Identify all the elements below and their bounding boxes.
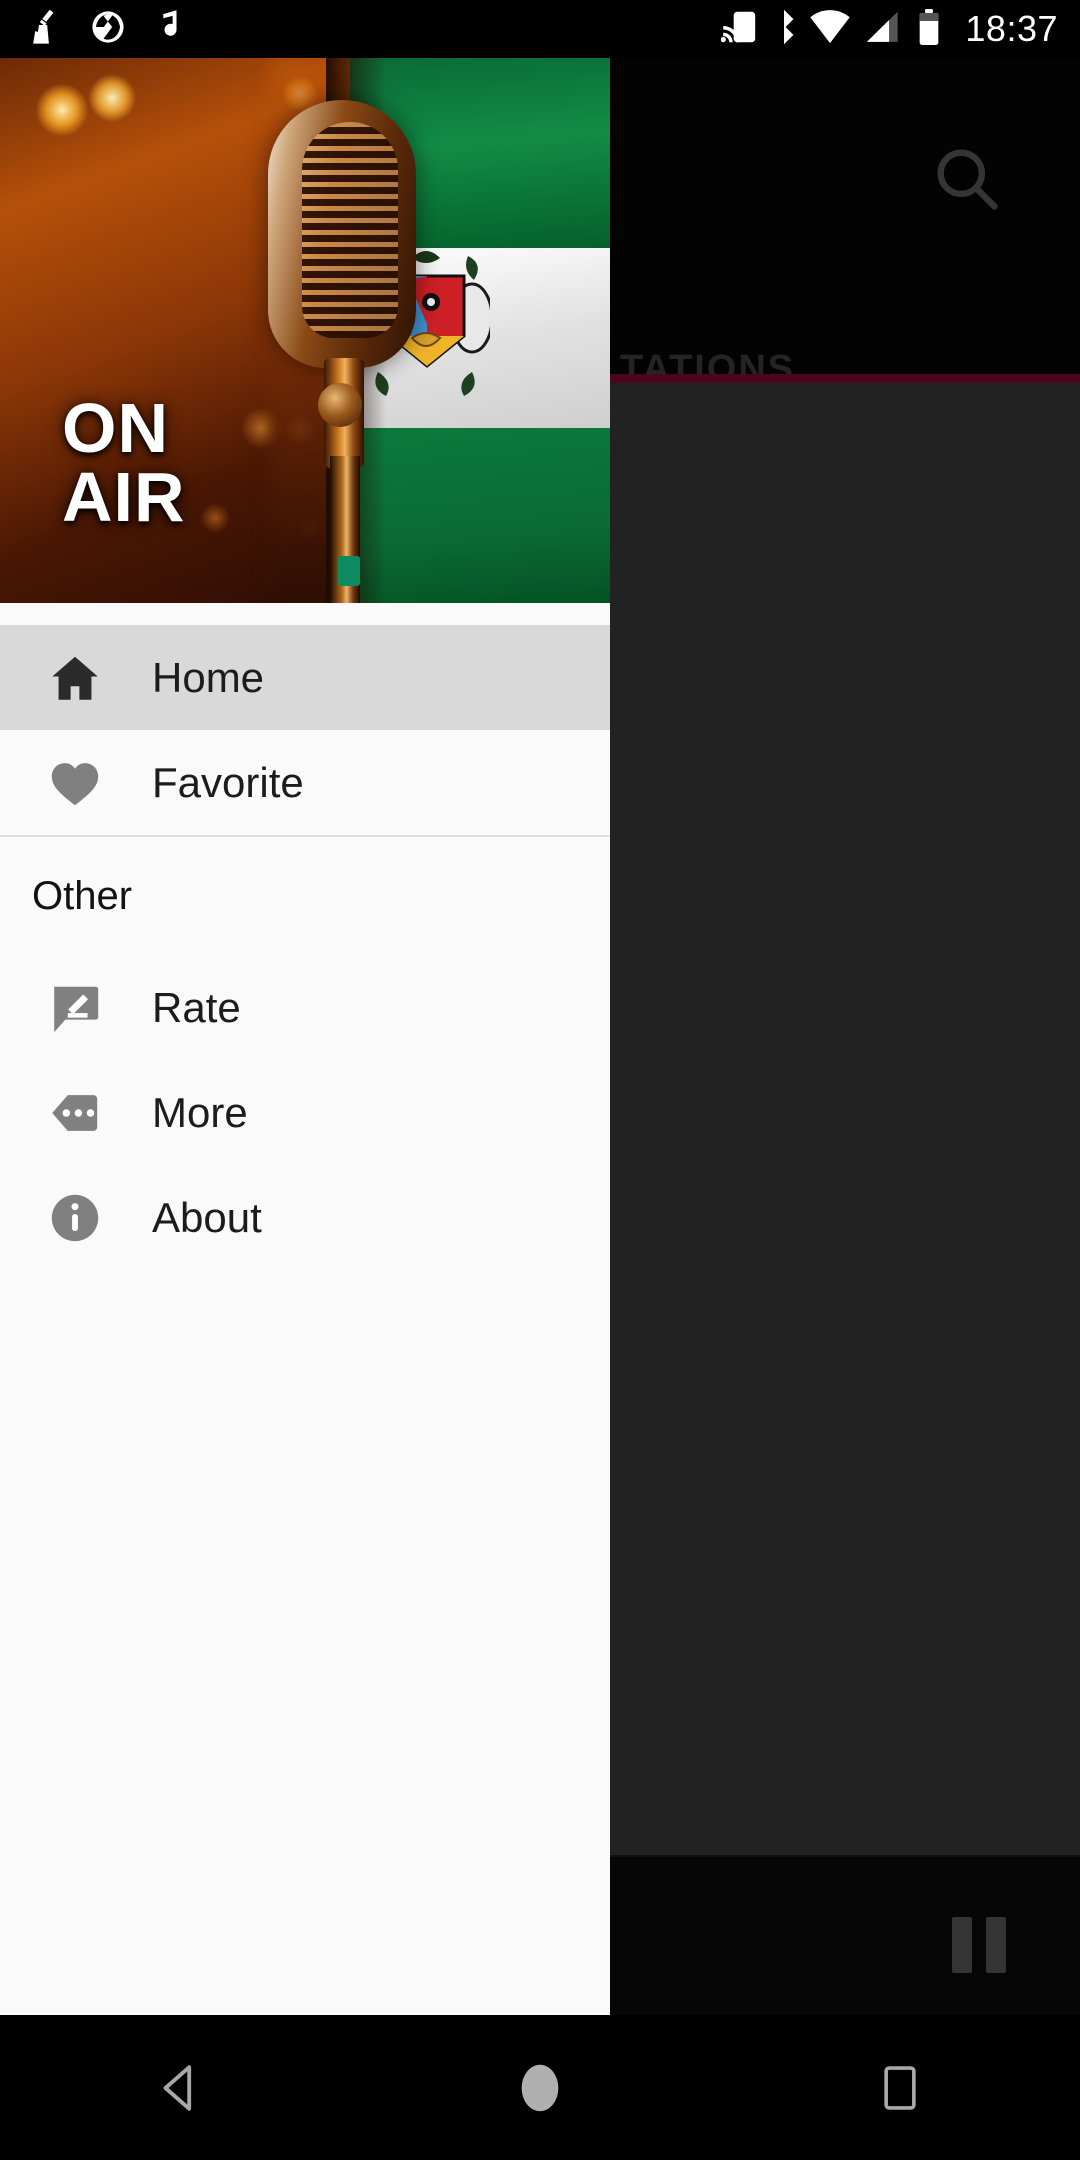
drawer-item-rate-label: Rate [152,983,241,1031]
header-menu-gap [0,603,610,625]
microphone-icon [268,100,416,368]
microphone-cap [338,556,360,586]
cleaner-icon [28,8,64,51]
drawer-item-favorite[interactable]: Favorite [0,730,610,835]
drawer-item-rate[interactable]: Rate [0,955,610,1060]
music-note-icon [152,9,180,50]
microphone-grille [302,122,398,338]
wifi-icon [809,9,851,50]
heart-icon [30,754,120,812]
drawer-item-home-label: Home [152,653,265,701]
camera-aperture-icon [90,9,126,50]
drawer-item-more-label: More [152,1088,248,1136]
drawer-section-other-label: Other [32,873,133,918]
more-dots-icon [30,1084,120,1142]
drawer-section-other: Other [0,837,610,955]
on-air-label: ON AIR [62,389,186,536]
flag-green-bottom [350,428,610,603]
system-navigation-bar [0,2015,1080,2160]
drawer-item-home[interactable]: Home [0,625,610,730]
drawer-item-about[interactable]: About [0,1165,610,1270]
on-air-line-2: AIR [62,457,186,536]
battery-icon [917,8,941,51]
status-bar-left-icons [28,8,180,51]
home-button[interactable] [465,2015,615,2160]
bluetooth-icon [773,8,795,51]
microphone-screw [318,383,362,427]
drawer-empty-space [0,1270,610,2015]
recents-button[interactable] [825,2015,975,2160]
info-icon [30,1189,120,1247]
on-air-line-1: ON [62,389,169,467]
cast-icon [720,8,759,51]
rate-edit-icon [30,979,120,1037]
back-button[interactable] [105,2015,255,2160]
status-bar-right-icons: 18:37 [720,8,1058,51]
home-icon [30,649,120,707]
drawer-item-about-label: About [152,1193,262,1241]
status-bar-clock: 18:37 [965,8,1058,49]
drawer-item-more[interactable]: More [0,1060,610,1165]
drawer-header: ON AIR [0,58,610,603]
navigation-drawer: ON AIR Home Favorite Other Rate More Abo… [0,58,610,2015]
status-bar: 18:37 [0,0,1080,58]
cellular-signal-icon [865,9,903,50]
drawer-item-favorite-label: Favorite [152,758,304,806]
